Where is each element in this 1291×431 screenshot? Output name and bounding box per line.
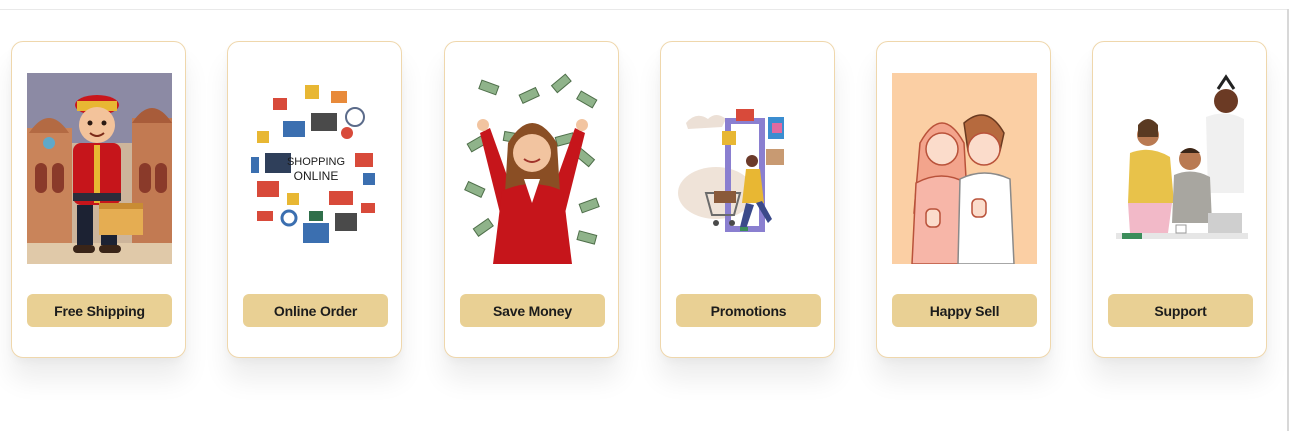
team-support-image (1108, 73, 1253, 264)
feature-card-support[interactable]: Support (1092, 41, 1267, 358)
feature-card-happy-sell[interactable]: Happy Sell (876, 41, 1051, 358)
feature-card-online-order[interactable]: SHOPPING ONLINE Online Order (227, 41, 402, 358)
shopping-text: SHOPPING (287, 156, 345, 168)
free-shipping-button[interactable]: Free Shipping (27, 294, 172, 327)
top-divider (0, 9, 1288, 10)
feature-card-free-shipping[interactable]: Free Shipping (11, 41, 186, 358)
celebrating-woman-image (460, 73, 605, 264)
feature-card-promotions[interactable]: Promotions (660, 41, 835, 358)
happy-sell-button[interactable]: Happy Sell (892, 294, 1037, 327)
online-text: ONLINE (294, 169, 339, 183)
shopping-cart-door-image (676, 73, 821, 264)
online-order-button[interactable]: Online Order (243, 294, 388, 327)
save-money-button[interactable]: Save Money (460, 294, 605, 327)
support-button[interactable]: Support (1108, 294, 1253, 327)
happy-couple-image (892, 73, 1037, 264)
scrollbar-edge (1287, 9, 1289, 431)
delivery-man-image (27, 73, 172, 264)
promotions-button[interactable]: Promotions (676, 294, 821, 327)
shopping-online-image: SHOPPING ONLINE (243, 73, 388, 264)
feature-card-save-money[interactable]: Save Money (444, 41, 619, 358)
